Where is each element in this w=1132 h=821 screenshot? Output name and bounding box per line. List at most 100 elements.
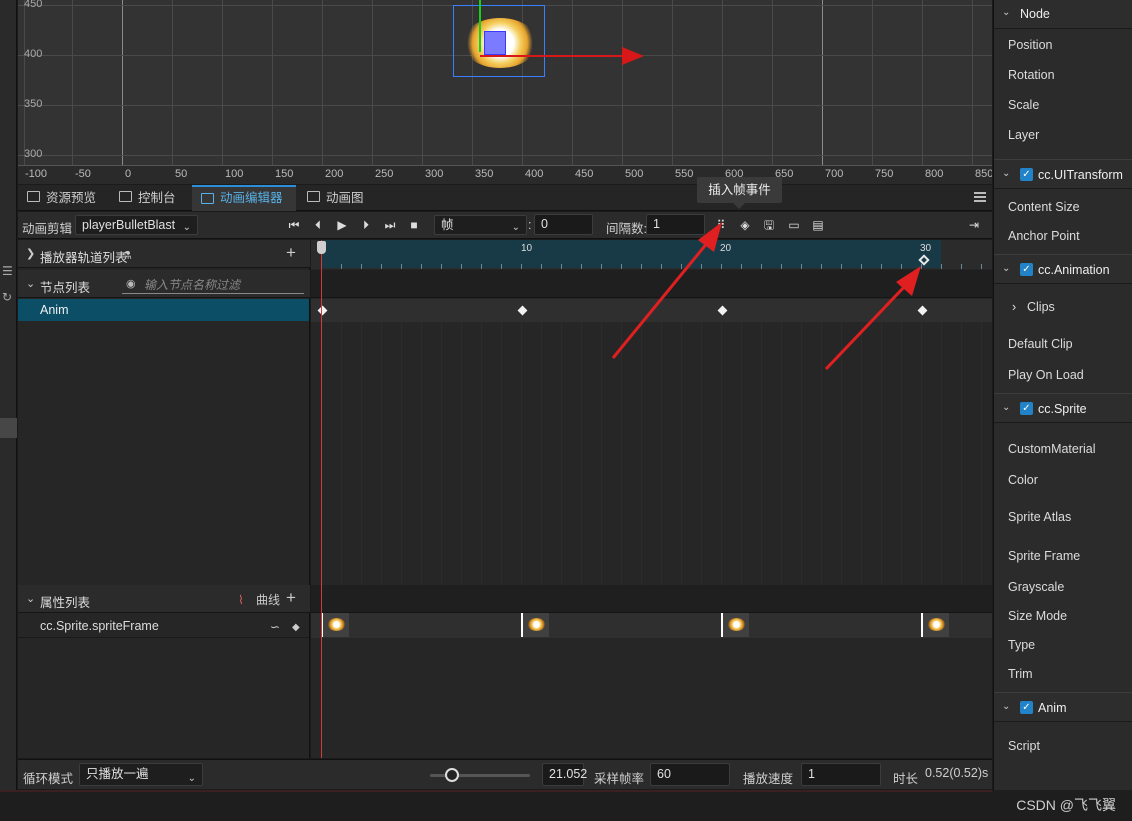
document-icon[interactable]: ▤ [810,217,826,233]
prop-script[interactable]: Script [1008,739,1040,753]
speed-input[interactable]: 1 [801,763,881,786]
exit-icon[interactable]: ⇥ [966,217,982,233]
prop-layer[interactable]: Layer [1008,128,1039,142]
prop-play-on-load[interactable]: Play On Load [1008,368,1084,382]
current-frame-input[interactable]: 0 [534,214,593,235]
node-row-anim[interactable]: Anim [18,299,309,321]
chevron-right-icon[interactable]: ❯ [26,247,35,260]
tab-console[interactable]: 控制台 [110,185,190,211]
property-keyframe-row[interactable] [311,613,992,638]
save-icon[interactable]: 🖫 [761,217,777,233]
chevron-down-icon[interactable]: ⌄ [26,592,35,605]
prop-default-clip[interactable]: Default Clip [1008,337,1073,351]
playhead[interactable] [321,240,322,758]
tab-animation-editor[interactable]: 动画编辑器 [192,185,296,211]
play-icon[interactable]: ▶ [334,217,350,233]
prop-size-mode[interactable]: Size Mode [1008,609,1067,623]
node-section-header[interactable]: ⌄ Node [994,0,1132,29]
node-keyframe-row[interactable] [311,299,992,322]
sprite-frame-keyframe[interactable] [521,613,549,637]
chevron-down-icon[interactable]: ⌄ [1002,168,1010,179]
chevron-down-icon[interactable]: ⌄ [1002,7,1010,18]
prop-scale[interactable]: Scale [1008,98,1039,112]
keyframe[interactable] [917,305,928,316]
interval-input[interactable]: 1 [646,214,705,235]
sprite-frame-keyframe[interactable] [321,613,349,637]
loop-mode-select[interactable]: 只播放一遍 ⌄ [79,763,203,786]
x-axis-gizmo[interactable] [480,55,630,57]
enable-checkbox[interactable]: ✓ [1020,402,1033,415]
zoom-slider-knob[interactable] [445,768,459,782]
prop-content-size[interactable]: Content Size [1008,200,1080,214]
player-track-header[interactable]: ❯ 播放器轨道列表 ⚗ + [18,240,310,268]
keyframe[interactable] [517,305,528,316]
prop-custom-material[interactable]: CustomMaterial [1008,442,1096,456]
prev-frame-icon[interactable]: ⏴ [310,217,326,233]
enable-checkbox[interactable]: ✓ [1020,168,1033,181]
enable-checkbox[interactable]: ✓ [1020,701,1033,714]
prop-position[interactable]: Position [1008,38,1052,52]
chevron-down-icon[interactable]: ⌄ [1002,402,1010,413]
clip-select[interactable]: playerBulletBlast ⌄ [75,215,198,235]
jump-to-start-icon[interactable]: ⏮ [286,217,302,233]
x-axis-gizmo-head[interactable] [622,47,644,65]
tab-animation-graph[interactable]: 动画图 [298,185,378,211]
menu-icon[interactable]: ☰ [2,264,13,278]
refresh-icon[interactable]: ↻ [2,290,12,304]
frame-thumbnail [728,618,745,631]
jump-to-end-icon[interactable]: ⏭ [382,217,398,233]
sprite-frame-keyframe[interactable] [721,613,749,637]
tab-asset-preview[interactable]: 资源预览 [18,185,110,211]
x-axis-label: 0 [125,168,132,180]
prop-sprite-frame[interactable]: Sprite Frame [1008,549,1080,563]
add-track-button[interactable]: + [286,244,296,261]
y-axis-gizmo[interactable] [479,0,481,52]
add-keyframe-icon[interactable]: ◈ [737,217,753,233]
scene-view[interactable]: 450 400 350 300 -100 -50 0 50 100 150 200 250 30… [18,0,992,184]
playhead-handle[interactable] [317,241,326,254]
enable-checkbox[interactable]: ✓ [1020,263,1033,276]
keyframe[interactable] [717,305,728,316]
prop-anchor-point[interactable]: Anchor Point [1008,229,1080,243]
eye-icon[interactable]: ◉ [126,277,136,290]
prop-grayscale[interactable]: Grayscale [1008,580,1064,594]
stop-icon[interactable]: ■ [406,217,422,233]
property-list-header[interactable]: ⌄ 属性列表 ⌇ 曲线 + [18,585,310,613]
prop-rotation[interactable]: Rotation [1008,68,1055,82]
property-row[interactable]: cc.Sprite.spriteFrame ∽ ◆ [18,614,309,638]
node-list-header[interactable]: ⌄ 节点列表 ◉ 输入节点名称过滤 [18,270,310,298]
insert-event-icon[interactable]: ⠿ [713,217,729,233]
sample-rate-input[interactable]: 60 [650,763,730,786]
time-unit-select[interactable]: 帧 ⌄ [434,215,527,235]
curve-label[interactable]: 曲线 [256,592,280,608]
timeline-pane[interactable]: 10 20 30 [311,240,992,758]
chevron-down-icon[interactable]: ⌄ [26,277,35,290]
chevron-down-icon[interactable]: ⌄ [1002,701,1010,712]
prop-sprite-atlas[interactable]: Sprite Atlas [1008,510,1071,524]
prop-type[interactable]: Type [1008,638,1035,652]
timeline-scrub-area[interactable] [321,240,941,268]
panel-menu-icon[interactable] [974,192,986,202]
timeline-ruler[interactable]: 10 20 30 [311,240,992,269]
curve-icon[interactable]: ⌇ [238,592,244,608]
animation-header[interactable]: ⌄ ✓ cc.Animation [994,254,1132,284]
add-property-button[interactable]: + [286,589,296,606]
keyboard-icon[interactable]: ▭ [786,217,802,233]
sprite-header[interactable]: ⌄ ✓ cc.Sprite [994,393,1132,423]
selected-sprite-node[interactable] [453,5,545,77]
keyframe[interactable] [317,305,328,316]
uitransform-header[interactable]: ⌄ ✓ cc.UITransform [994,159,1132,189]
chevron-down-icon[interactable]: ⌄ [1002,263,1010,274]
chevron-right-icon[interactable]: › [1012,300,1016,314]
prop-clips[interactable]: Clips [1027,300,1055,314]
prop-trim[interactable]: Trim [1008,667,1033,681]
sprite-frame-keyframe[interactable] [921,613,949,637]
anim-script-header[interactable]: ⌄ ✓ Anim [994,692,1132,722]
zoom-input[interactable]: 21.052 [542,763,587,786]
next-frame-icon[interactable]: ⏵ [358,217,374,233]
keyframe-icon[interactable]: ◆ [292,620,300,636]
wave-icon[interactable]: ∽ [270,619,280,635]
prop-color[interactable]: Color [1008,473,1038,487]
node-handle[interactable] [484,31,506,55]
node-filter-input[interactable]: ◉ 输入节点名称过滤 [122,275,304,294]
